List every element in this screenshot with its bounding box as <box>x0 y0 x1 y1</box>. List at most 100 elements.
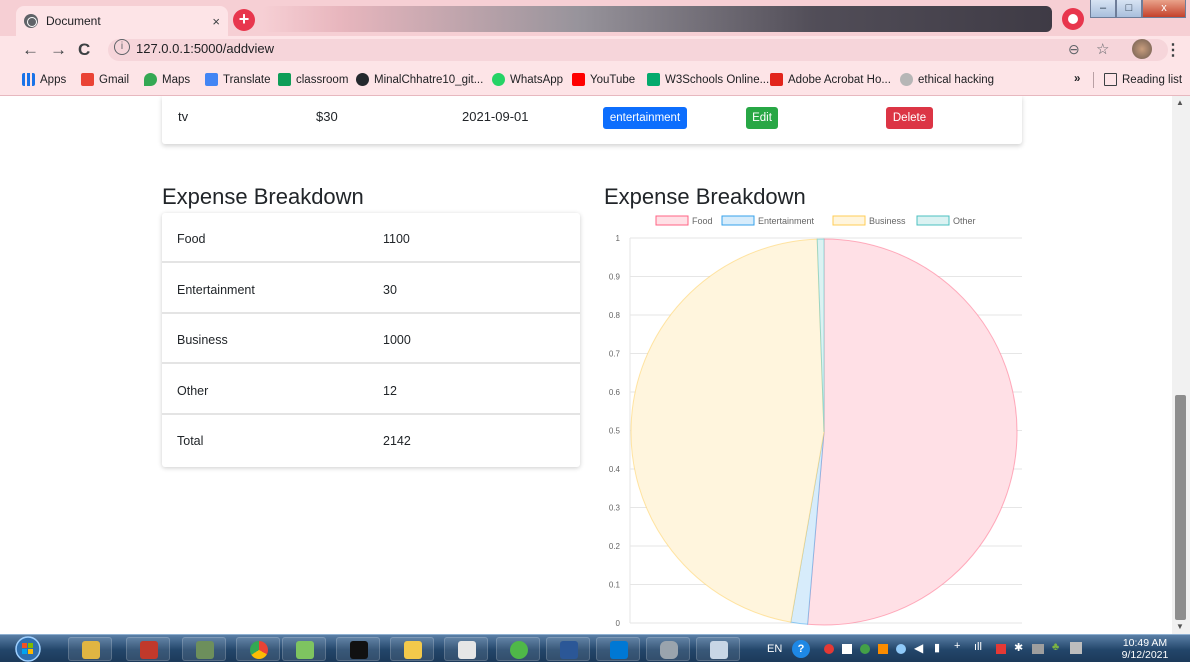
window-controls: – □ x <box>1090 0 1186 20</box>
bookmark-ethical-hacking[interactable]: ethical hacking <box>900 73 994 86</box>
taskbar-terminal-icon[interactable] <box>336 637 380 661</box>
bookmark-youtube[interactable]: YouTube <box>572 73 635 86</box>
tray-icon[interactable]: ♣ <box>1052 641 1059 653</box>
scrollbar-thumb[interactable] <box>1175 395 1186 620</box>
taskbar-chrome-icon[interactable] <box>236 637 280 661</box>
total-label: Total <box>177 434 204 448</box>
new-tab-button[interactable]: + <box>233 9 255 31</box>
tray-icon[interactable] <box>1070 642 1082 654</box>
volume-icon[interactable]: ◀︎ <box>914 641 923 655</box>
forward-arrow-icon[interactable]: → <box>50 40 67 60</box>
tray-icon[interactable] <box>842 644 852 654</box>
zoom-icon[interactable]: ⊖ <box>1068 41 1080 58</box>
y-tick-label: 0.2 <box>609 542 621 551</box>
taskbar-notepad-icon[interactable] <box>282 637 326 661</box>
expense-summary-card: Food 1100 Entertainment 30 Business 1000… <box>162 213 580 467</box>
w3schools-icon <box>647 73 660 86</box>
bluetooth-icon[interactable]: ✱ <box>1014 641 1023 654</box>
reload-icon[interactable]: C <box>78 40 90 60</box>
signal-icon[interactable]: ıll <box>974 641 982 653</box>
bookmark-apps[interactable]: Apps <box>22 73 66 86</box>
category-label: Business <box>177 333 228 347</box>
delete-button[interactable]: Delete <box>886 107 933 129</box>
url-text[interactable]: 127.0.0.1:5000/addview <box>136 41 274 56</box>
apps-icon <box>22 73 35 86</box>
tray-icon[interactable]: + <box>954 640 960 652</box>
expense-amount: $30 <box>316 109 338 124</box>
avatar[interactable] <box>1132 39 1152 59</box>
bookmark-classroom[interactable]: classroom <box>278 73 348 86</box>
flag-icon[interactable] <box>996 644 1006 654</box>
help-icon[interactable]: ? <box>792 640 810 658</box>
bookmark-w3schools[interactable]: W3Schools Online... <box>647 73 769 86</box>
clock-time: 10:49 AM <box>1122 637 1168 649</box>
windows-taskbar: EN ? ◀︎ ▮ + ıll ✱ ♣ 10:49 AM 9/12/2021 <box>0 634 1190 662</box>
category-value: 12 <box>383 384 397 398</box>
taskbar-app-icon[interactable] <box>182 637 226 661</box>
youtube-icon <box>572 73 585 86</box>
clock[interactable]: 10:49 AM 9/12/2021 <box>1118 637 1172 661</box>
taskbar-vscode-icon[interactable] <box>596 637 640 661</box>
minimize-button[interactable]: – <box>1090 0 1116 18</box>
bookmark-adobe[interactable]: Adobe Acrobat Ho... <box>770 73 891 86</box>
category-badge[interactable]: entertainment <box>603 107 687 129</box>
bookmark-star-icon[interactable]: ☆ <box>1096 40 1109 58</box>
taskbar-paint-icon[interactable] <box>696 637 740 661</box>
bookmark-github[interactable]: MinalChhatre10_git... <box>356 73 483 86</box>
tab-document[interactable]: Document × <box>16 6 228 36</box>
y-tick-label: 0.4 <box>609 465 621 474</box>
taskbar-word-icon[interactable] <box>546 637 590 661</box>
start-button[interactable] <box>9 636 47 662</box>
gmail-icon <box>81 73 94 86</box>
y-tick-label: 0.8 <box>609 311 621 320</box>
language-indicator[interactable]: EN <box>767 643 782 655</box>
taskbar-database-icon[interactable] <box>646 637 690 661</box>
menu-icon[interactable]: ⋮ <box>1165 40 1181 60</box>
whatsapp-icon <box>492 73 505 86</box>
scroll-up-arrow-icon[interactable]: ▲ <box>1176 98 1184 107</box>
back-arrow-icon[interactable]: ← <box>22 40 39 60</box>
scroll-down-arrow-icon[interactable]: ▼ <box>1176 622 1184 631</box>
bookmarks-bar: Apps Gmail Maps Translate classroom Mina… <box>0 64 1190 96</box>
tray-icon[interactable] <box>860 644 870 654</box>
tab-close-icon[interactable]: × <box>212 14 220 29</box>
legend-label: Food <box>692 216 713 226</box>
taskbar-folder-icon[interactable] <box>390 637 434 661</box>
taskbar-office-icon[interactable] <box>126 637 170 661</box>
tray-icon[interactable] <box>878 644 888 654</box>
profile-icon[interactable] <box>1062 8 1084 30</box>
reading-list-icon <box>1104 73 1117 86</box>
bookmark-gmail[interactable]: Gmail <box>81 73 129 86</box>
close-window-button[interactable]: x <box>1142 0 1186 18</box>
taskbar-utorrent-icon[interactable] <box>496 637 540 661</box>
chart-heading: Expense Breakdown <box>604 184 806 209</box>
bookmark-whatsapp[interactable]: WhatsApp <box>492 73 563 86</box>
github-icon <box>356 73 369 86</box>
tray-icon[interactable] <box>896 644 906 654</box>
expense-date: 2021-09-01 <box>462 109 529 124</box>
taskbar-calendar-icon[interactable] <box>444 637 488 661</box>
tray-icon[interactable] <box>1032 644 1044 654</box>
network-icon[interactable]: ▮ <box>934 641 940 654</box>
bookmark-translate[interactable]: Translate <box>205 73 271 86</box>
info-icon[interactable]: i <box>114 39 130 55</box>
classroom-icon <box>278 73 291 86</box>
category-label: Entertainment <box>177 283 255 297</box>
maps-icon <box>144 73 157 86</box>
blurred-tabs <box>262 6 1052 32</box>
y-tick-label: 0.6 <box>609 388 621 397</box>
bookmark-maps[interactable]: Maps <box>144 73 190 86</box>
y-tick-label: 0.5 <box>609 427 621 436</box>
clock-date: 9/12/2021 <box>1121 649 1169 661</box>
edit-button[interactable]: Edit <box>746 107 778 129</box>
legend-swatch <box>721 215 755 226</box>
category-value: 30 <box>383 283 397 297</box>
list-item: Entertainment 30 <box>162 264 580 314</box>
tray-icon[interactable] <box>824 644 834 654</box>
maximize-button[interactable]: □ <box>1116 0 1142 18</box>
taskbar-explorer-icon[interactable] <box>68 637 112 661</box>
more-bookmarks-icon[interactable]: » <box>1074 73 1080 85</box>
reading-list-button[interactable]: Reading list <box>1104 73 1182 86</box>
category-value: 1100 <box>383 232 410 246</box>
category-label: Food <box>177 232 206 246</box>
